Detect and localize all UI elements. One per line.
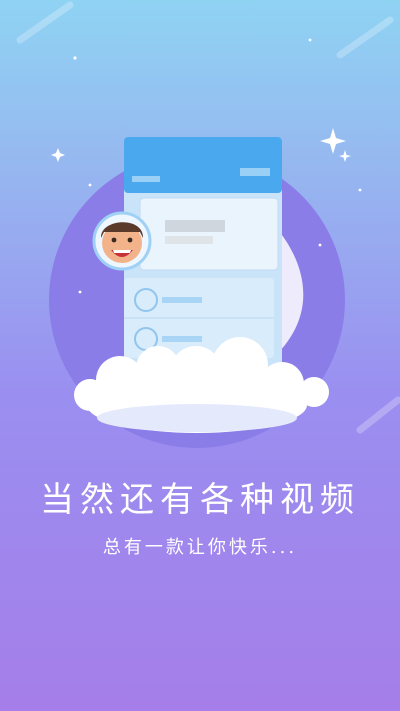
illustration <box>16 1 400 448</box>
splash-headline: 当然还有各种视频 <box>40 480 360 520</box>
card-header <box>124 137 282 193</box>
splash-subline: 总有一款让你快乐... <box>102 537 298 558</box>
avatar-face-icon <box>92 211 152 271</box>
message-card <box>139 197 279 271</box>
